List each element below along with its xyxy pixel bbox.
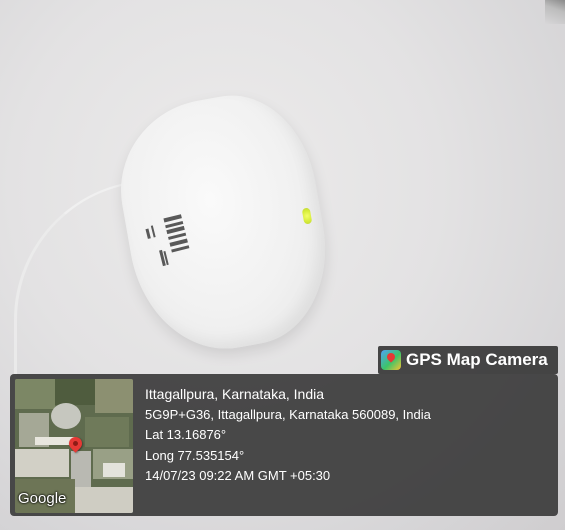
- map-thumbnail: Google: [15, 379, 133, 513]
- gps-map-camera-badge: GPS Map Camera: [378, 346, 558, 374]
- google-logo: Google: [18, 490, 67, 507]
- address-line: 5G9P+G36, Ittagallpura, Karnataka 560089…: [145, 406, 431, 422]
- location-info-panel: Google Ittagallpura, Karnataka, India 5G…: [10, 374, 558, 516]
- longitude-line: Long 77.535154°: [145, 447, 245, 463]
- latitude-line: Lat 13.16876°: [145, 427, 227, 442]
- gps-map-camera-icon: [381, 350, 401, 370]
- place-title: Ittagallpura, Karnataka, India: [145, 386, 325, 402]
- location-details: Ittagallpura, Karnataka, India 5G9P+G36,…: [145, 384, 431, 487]
- timestamp-line: 14/07/23 09:22 AM GMT +05:30: [145, 468, 331, 483]
- brand-label: GPS Map Camera: [406, 350, 548, 369]
- corner-shadow: [545, 0, 565, 24]
